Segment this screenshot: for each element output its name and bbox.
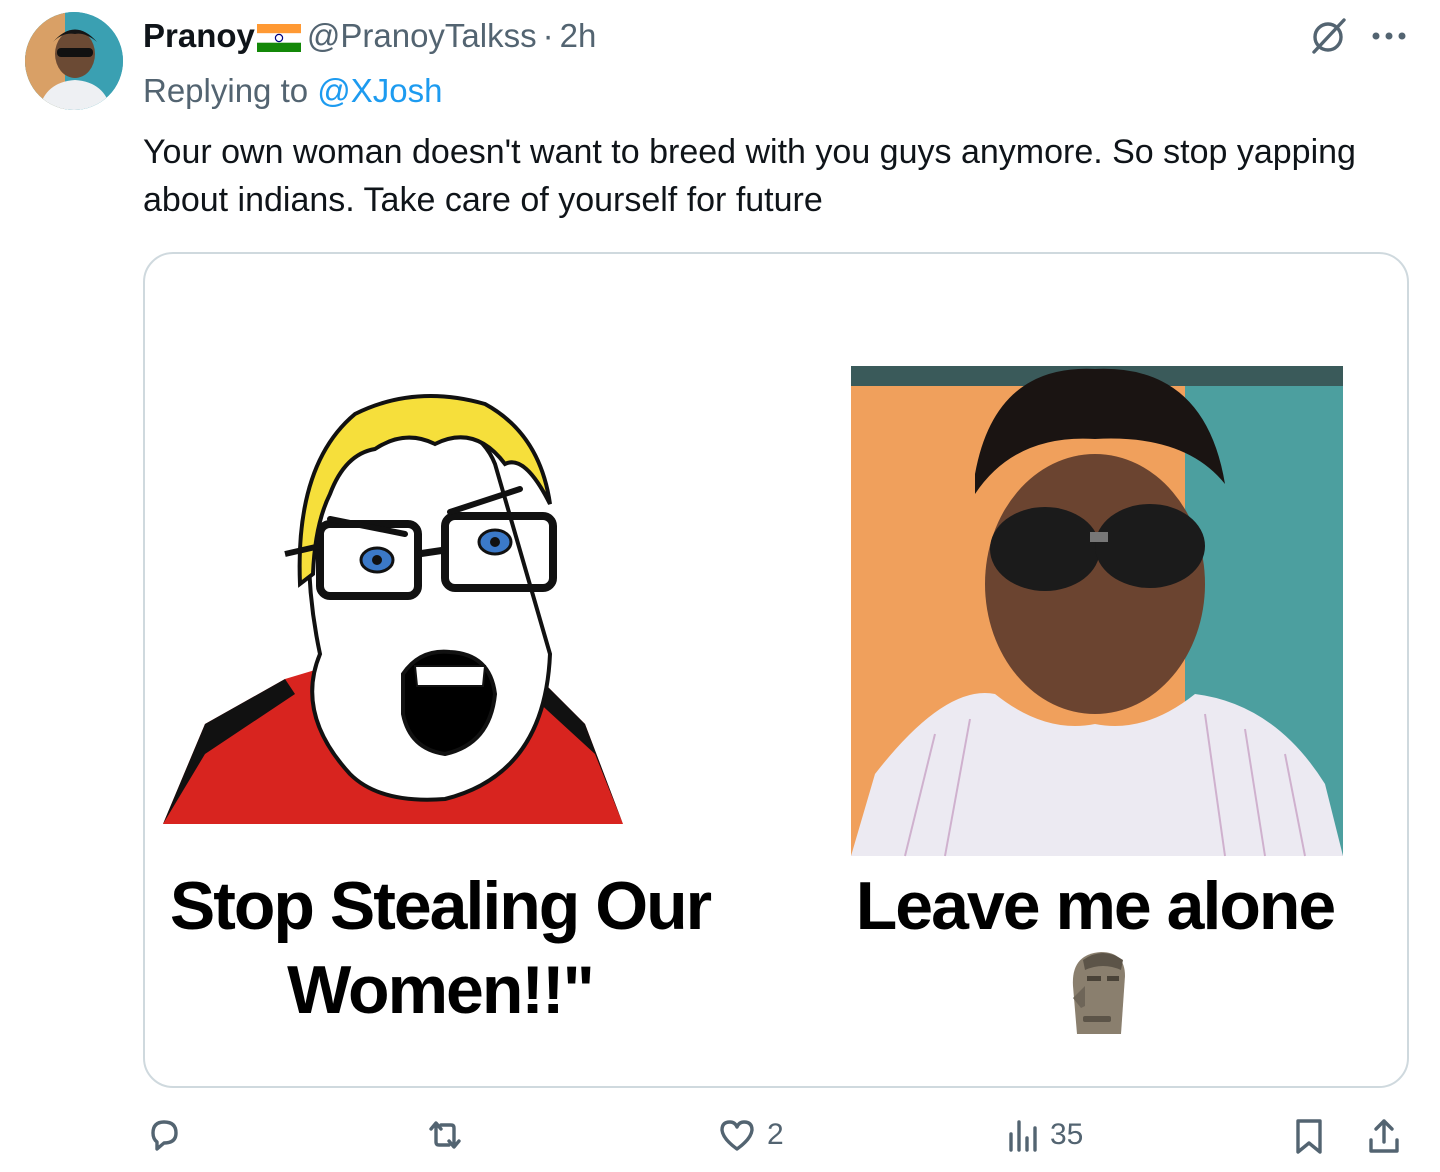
bookmark-icon [1296,1119,1322,1154]
action-bar: 2 35 [143,1116,1409,1172]
tweet-header: Pranoy @PranoyTalkss · 2h [143,14,596,58]
reply-button[interactable] [145,1116,193,1154]
timestamp[interactable]: 2h [560,17,597,55]
selfie-photo [851,366,1343,857]
tweet-top-actions [1306,14,1408,58]
replying-prefix: Replying to [143,72,309,109]
retweet-button[interactable] [425,1116,475,1154]
grok-icon[interactable] [1306,14,1350,58]
separator-dot: · [542,17,554,54]
avatar[interactable] [25,12,123,110]
cartoon-figure [163,394,623,824]
reply-icon [151,1120,178,1151]
replying-to-handle[interactable]: @XJosh [317,72,442,109]
views-button[interactable]: 35 [1006,1116,1083,1154]
avatar-image [25,12,123,110]
like-count: 2 [767,1118,784,1151]
left-caption: Stop Stealing Our Women!!" [169,868,712,1028]
share-button[interactable] [1365,1116,1403,1156]
views-count: 35 [1050,1118,1084,1151]
right-caption: Leave me alone [855,868,1336,944]
more-options-icon[interactable] [1370,30,1408,42]
replying-to-line: Replying to @XJosh [143,72,443,110]
tweet-text: Your own woman doesn't want to breed wit… [143,133,1356,219]
user-handle[interactable]: @PranoyTalkss [307,17,537,55]
india-flag-icon [256,22,301,52]
views-icon [1009,1120,1037,1152]
heart-icon [720,1120,754,1151]
share-icon [1369,1119,1399,1153]
bookmark-button[interactable] [1291,1116,1327,1156]
retweet-icon [429,1121,461,1149]
like-button[interactable]: 2 [717,1116,784,1154]
moai-icon [1063,946,1133,1038]
tweet-media[interactable]: Stop Stealing Our Women!!" Leave me alon… [143,252,1409,1088]
display-name[interactable]: Pranoy [143,17,255,55]
